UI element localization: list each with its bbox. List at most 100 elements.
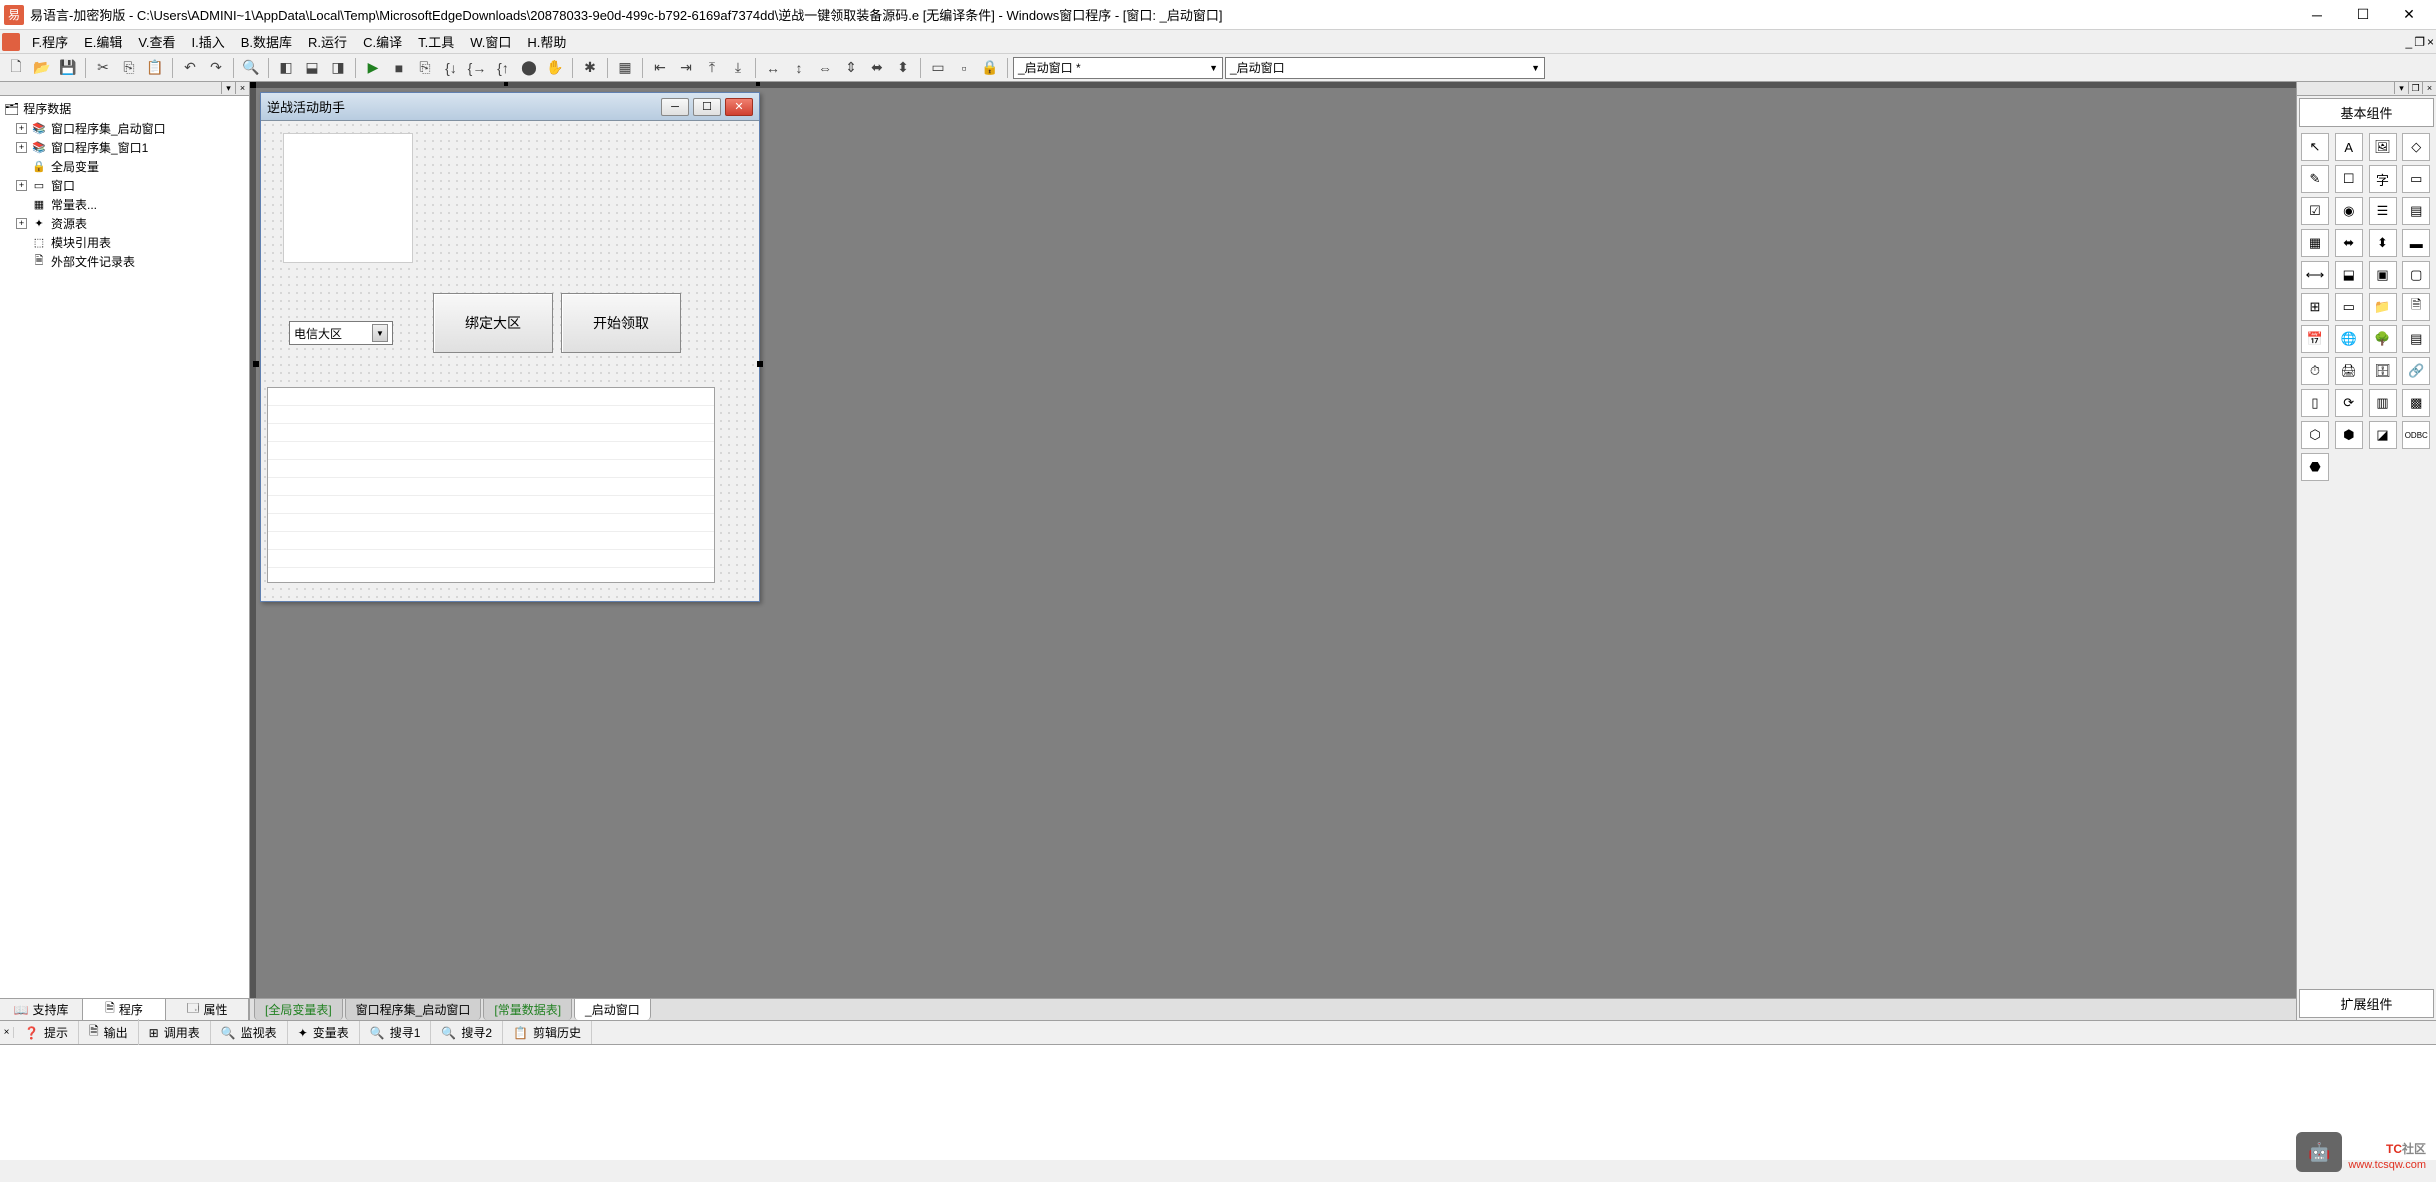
design-combobox[interactable]: 电信大区 ▼ [289, 321, 393, 345]
step-into-icon[interactable]: {↓ [439, 56, 463, 80]
grid-icon[interactable]: ▦ [613, 56, 637, 80]
pointer-icon[interactable]: ↖ [2301, 133, 2329, 161]
save-icon[interactable]: 💾 [56, 56, 80, 80]
btab-search1[interactable]: 🔍搜寻1 [360, 1021, 432, 1044]
grid-icon[interactable]: ⊞ [2301, 293, 2329, 321]
expand-icon[interactable]: + [16, 123, 27, 134]
tree-item[interactable]: +📚窗口程序集_窗口1 [2, 138, 247, 157]
slider-icon[interactable]: ⟷ [2301, 261, 2329, 289]
tab-window-set[interactable]: 窗口程序集_启动窗口 [345, 998, 482, 1020]
minimize-button[interactable]: ─ [2294, 0, 2340, 30]
textbox-icon[interactable]: ☐ [2335, 165, 2363, 193]
panel-close-icon[interactable]: × [235, 82, 249, 94]
tab-program[interactable]: 🗎程序 [83, 999, 166, 1020]
comp33-icon[interactable]: ▯ [2301, 389, 2329, 417]
step-over-icon[interactable]: {→ [465, 56, 489, 80]
comp36-icon[interactable]: ▩ [2402, 389, 2430, 417]
comp39-icon[interactable]: ◪ [2369, 421, 2397, 449]
progress-icon[interactable]: ▬ [2402, 229, 2430, 257]
panel2-icon[interactable]: ⬓ [300, 56, 324, 80]
same-width-icon[interactable]: ⬌ [865, 56, 889, 80]
combo-icon[interactable]: ▤ [2402, 197, 2430, 225]
vscroll-icon[interactable]: ⬍ [2369, 229, 2397, 257]
calendar-icon[interactable]: 📅 [2301, 325, 2329, 353]
undo-icon[interactable]: ↶ [178, 56, 202, 80]
menu-compile[interactable]: C.编译 [355, 29, 410, 54]
form-titlebar[interactable]: 逆战活动助手 ─ ☐ ✕ [261, 93, 759, 121]
copy-icon[interactable]: ⎘ [117, 56, 141, 80]
locate-icon[interactable]: ✱ [578, 56, 602, 80]
menu-help[interactable]: H.帮助 [519, 29, 574, 54]
expand-icon[interactable]: + [16, 180, 27, 191]
folder-icon[interactable]: 📁 [2369, 293, 2397, 321]
form-body[interactable]: 电信大区 ▼ 绑定大区 开始领取 [261, 121, 759, 601]
edit-icon[interactable]: ✎ [2301, 165, 2329, 193]
print-icon[interactable]: 🖨 [2335, 357, 2363, 385]
step-out-icon[interactable]: {↑ [491, 56, 515, 80]
net-icon[interactable]: 🔗 [2402, 357, 2430, 385]
menu-insert[interactable]: I.插入 [184, 29, 233, 54]
expand-icon[interactable]: + [16, 218, 27, 229]
btab-tips[interactable]: ❓提示 [14, 1021, 79, 1044]
hand-icon[interactable]: ✋ [543, 56, 567, 80]
tab-support[interactable]: 📖支持库 [0, 999, 83, 1020]
btab-output[interactable]: 🗎输出 [79, 1019, 139, 1046]
debug1-icon[interactable]: ⎘ [413, 56, 437, 80]
label-icon[interactable]: A [2335, 133, 2363, 161]
tree-item[interactable]: 🔒全局变量 [2, 157, 247, 176]
window-combo-1[interactable]: _启动窗口 * ▼ [1013, 57, 1223, 79]
cn-icon[interactable]: 字 [2369, 165, 2397, 193]
align-right-icon[interactable]: ⇥ [674, 56, 698, 80]
open-icon[interactable]: 📂 [30, 56, 54, 80]
btab-vars[interactable]: ✦变量表 [288, 1021, 360, 1044]
menu-view[interactable]: V.查看 [130, 29, 183, 54]
program-tree[interactable]: 🗂 程序数据 +📚窗口程序集_启动窗口 +📚窗口程序集_窗口1 🔒全局变量 +▭… [0, 96, 249, 998]
stop-icon[interactable]: ■ [387, 56, 411, 80]
cut-icon[interactable]: ✂ [91, 56, 115, 80]
panel1-icon[interactable]: ◧ [274, 56, 298, 80]
align-left-icon[interactable]: ⇤ [648, 56, 672, 80]
tree-item[interactable]: +▭窗口 [2, 176, 247, 195]
menu-window[interactable]: W.窗口 [462, 29, 519, 54]
tree-item[interactable]: 🗎外部文件记录表 [2, 252, 247, 271]
tree-item[interactable]: ⬚模块引用表 [2, 233, 247, 252]
window-combo-2[interactable]: _启动窗口 ▼ [1225, 57, 1545, 79]
panel-pin-icon[interactable]: ▾ [2394, 82, 2408, 94]
menu-tools[interactable]: T.工具 [410, 29, 462, 54]
design-button-start[interactable]: 开始领取 [561, 293, 681, 353]
button-icon[interactable]: ▭ [2402, 165, 2430, 193]
timer-icon[interactable]: ⏱ [2301, 357, 2329, 385]
form-close-button[interactable]: ✕ [725, 98, 753, 116]
comp34-icon[interactable]: ⟳ [2335, 389, 2363, 417]
tab-global-vars[interactable]: [全局变量表] [254, 998, 343, 1020]
comp38-icon[interactable]: ⬢ [2335, 421, 2363, 449]
mdi-minimize[interactable]: _ [2406, 35, 2413, 49]
selection-handle[interactable] [253, 361, 259, 367]
paste-icon[interactable]: 📋 [143, 56, 167, 80]
file-icon[interactable]: 🗎 [2402, 293, 2430, 321]
report-icon[interactable]: ▤ [2402, 325, 2430, 353]
ungroup-icon[interactable]: ▫ [952, 56, 976, 80]
mdi-restore[interactable]: ❐ [2414, 35, 2425, 49]
tree-root[interactable]: 🗂 程序数据 [2, 98, 247, 119]
btab-watch[interactable]: 🔍监视表 [211, 1021, 288, 1044]
same-height-icon[interactable]: ⬍ [891, 56, 915, 80]
menu-run[interactable]: R.运行 [300, 29, 355, 54]
tree-item[interactable]: +📚窗口程序集_启动窗口 [2, 119, 247, 138]
tree-icon[interactable]: 🌳 [2369, 325, 2397, 353]
btab-search2[interactable]: 🔍搜寻2 [431, 1021, 503, 1044]
form-minimize-button[interactable]: ─ [661, 98, 689, 116]
tab-icon[interactable]: ⬓ [2335, 261, 2363, 289]
design-canvas[interactable]: 逆战活动助手 ─ ☐ ✕ 电信大区 ▼ 绑定大区 开始领取 [250, 82, 2296, 998]
bottom-close-icon[interactable]: × [0, 1027, 14, 1038]
listbox-icon[interactable]: ▦ [2301, 229, 2329, 257]
design-listbox[interactable] [267, 387, 715, 583]
panel-icon[interactable]: ▢ [2402, 261, 2430, 289]
tree-item[interactable]: +✦资源表 [2, 214, 247, 233]
find-icon[interactable]: 🔍 [239, 56, 263, 80]
align-top-icon[interactable]: ⤒ [700, 56, 724, 80]
extended-components-label[interactable]: 扩展组件 [2299, 989, 2434, 1018]
odbc-icon[interactable]: ODBC [2402, 421, 2430, 449]
db-icon[interactable]: 🗄 [2369, 357, 2397, 385]
btab-clipboard[interactable]: 📋剪辑历史 [503, 1021, 592, 1044]
